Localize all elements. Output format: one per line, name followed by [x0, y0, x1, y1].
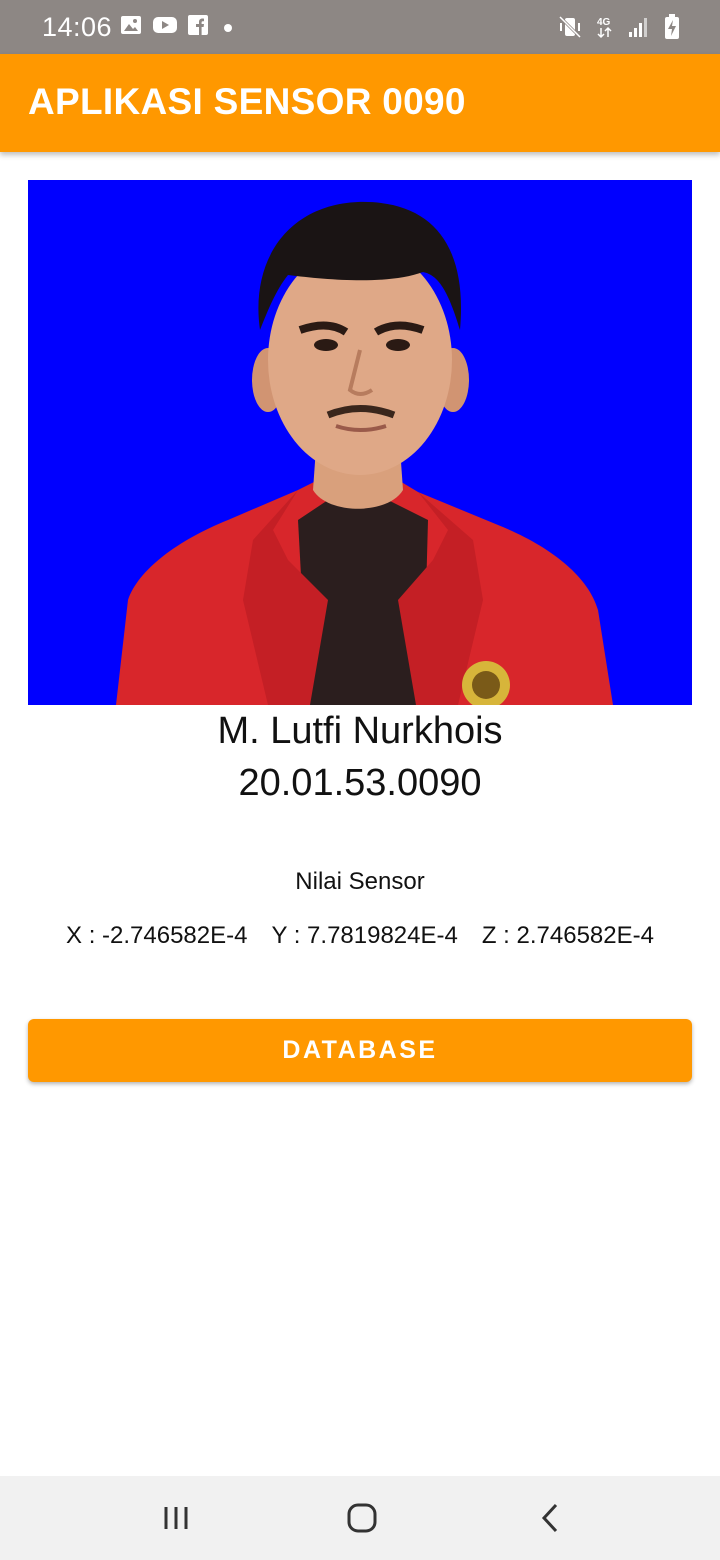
gallery-icon	[120, 15, 142, 40]
app-bar: APLIKASI SENSOR 0090	[0, 54, 720, 152]
sensor-values: X : -2.746582E-4 Y : 7.7819824E-4 Z : 2.…	[0, 922, 720, 950]
youtube-icon	[152, 15, 178, 40]
status-bar: 14:06 4G	[0, 0, 720, 54]
vibrate-mute-icon	[558, 15, 582, 44]
student-name: M. Lutfi Nurkhois	[217, 710, 503, 752]
home-icon[interactable]	[332, 1496, 392, 1540]
sensor-x-value: X : -2.746582E-4	[66, 922, 248, 949]
facebook-icon	[188, 15, 208, 40]
person-portrait-illustration	[28, 180, 692, 705]
battery-charging-icon	[664, 14, 680, 45]
app-title: APLIKASI SENSOR 0090	[28, 81, 466, 122]
database-button[interactable]: DATABASE	[28, 1019, 692, 1082]
sensor-title: Nilai Sensor	[295, 868, 425, 895]
sensor-z-value: Z : 2.746582E-4	[481, 922, 654, 949]
back-icon[interactable]	[520, 1496, 580, 1540]
recent-apps-icon[interactable]	[146, 1496, 206, 1540]
notification-dot-icon	[224, 23, 232, 32]
4g-icon: 4G	[596, 15, 614, 44]
nav-bar	[0, 1476, 720, 1560]
database-button-label: DATABASE	[282, 1036, 438, 1064]
profile-photo	[28, 180, 692, 705]
status-time: 14:06	[42, 12, 113, 42]
student-nim: 20.01.53.0090	[238, 762, 482, 804]
sensor-y-value: Y : 7.7819824E-4	[271, 922, 458, 949]
signal-icon	[628, 16, 650, 43]
svg-text:4G: 4G	[597, 17, 611, 28]
